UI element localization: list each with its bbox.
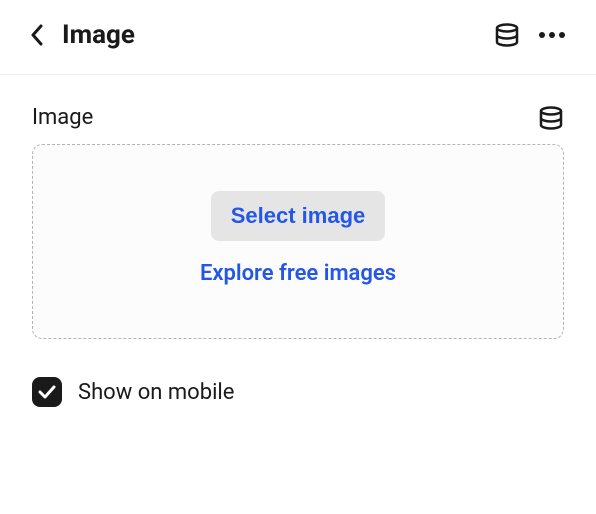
header-right <box>494 23 566 47</box>
back-button[interactable] <box>30 24 44 46</box>
more-options-button[interactable] <box>538 31 566 39</box>
page-title: Image <box>62 20 135 50</box>
database-button-header[interactable] <box>494 23 520 47</box>
image-dropzone[interactable]: Select image Explore free images <box>32 144 564 339</box>
database-button-field[interactable] <box>538 106 564 130</box>
select-image-button[interactable]: Select image <box>211 191 386 241</box>
image-field-label: Image <box>32 105 93 130</box>
explore-free-images-link[interactable]: Explore free images <box>200 261 396 286</box>
chevron-left-icon <box>30 24 44 46</box>
show-on-mobile-checkbox[interactable] <box>32 377 62 407</box>
show-on-mobile-row: Show on mobile <box>32 377 564 407</box>
panel-content: Image Select image Explore free images S… <box>0 75 596 437</box>
database-icon <box>494 23 520 47</box>
panel-header: Image <box>0 0 596 75</box>
more-horizontal-icon <box>538 31 566 39</box>
show-on-mobile-label: Show on mobile <box>78 380 234 405</box>
header-left: Image <box>30 20 135 50</box>
checkmark-icon <box>38 385 56 399</box>
field-label-row: Image <box>32 105 564 130</box>
database-icon <box>538 106 564 130</box>
